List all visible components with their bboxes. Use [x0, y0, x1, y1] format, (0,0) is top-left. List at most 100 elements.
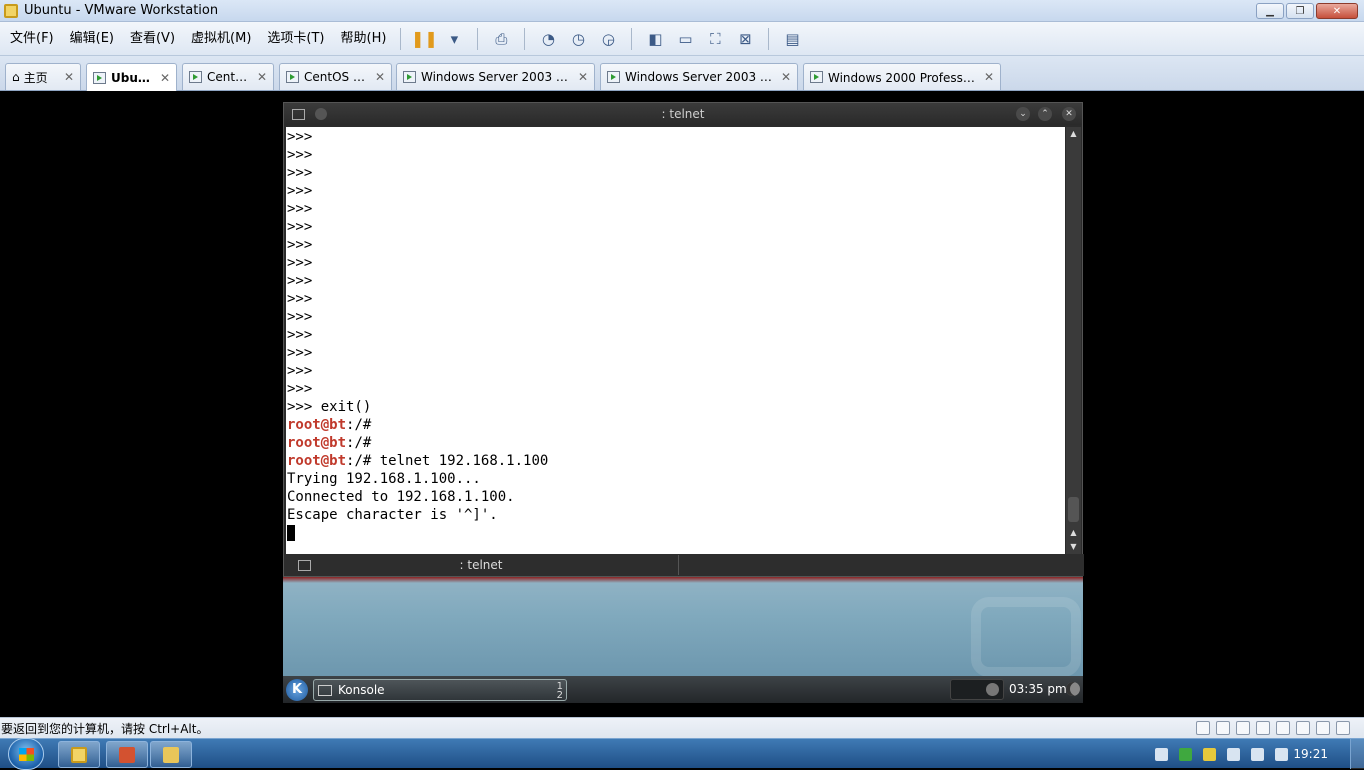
- toolbar-separator: [768, 27, 770, 50]
- terminal-line: >>>: [287, 219, 313, 235]
- kde-system-tray: [950, 679, 1004, 700]
- taskbar-vmware-button[interactable]: [58, 741, 100, 768]
- tab-view-icon[interactable]: ▤: [780, 27, 804, 51]
- toolbar-separator: [477, 27, 479, 50]
- sound-icon[interactable]: [1276, 721, 1290, 735]
- maximize-icon[interactable]: ⌃: [1038, 107, 1052, 121]
- tab-windows-server-2003-b[interactable]: Windows Server 2003 Enterprise… ✕: [600, 63, 798, 90]
- close-tab-icon[interactable]: ✕: [781, 70, 791, 84]
- minimize-button[interactable]: ▁: [1256, 3, 1284, 19]
- taskbar-powerpoint-button[interactable]: [106, 741, 148, 768]
- message-icon[interactable]: [1336, 721, 1350, 735]
- close-tab-icon[interactable]: ✕: [257, 70, 267, 84]
- terminal-line: >>>: [287, 147, 313, 163]
- menu-file[interactable]: 文件(F): [4, 22, 60, 56]
- konsole-title-bar[interactable]: : telnet ⌄ ⌃ ✕: [284, 103, 1082, 125]
- console-view-icon[interactable]: ▭: [673, 27, 697, 51]
- notification-icon[interactable]: [986, 683, 999, 696]
- tab-windows-2000[interactable]: Windows 2000 Professional（… ✕: [803, 63, 1001, 90]
- terminal-line: >>>: [287, 291, 313, 307]
- backtrack-wallpaper-logo: [971, 597, 1081, 677]
- terminal-cursor: [287, 525, 295, 541]
- tab-home[interactable]: ⌂ 主页 ✕: [5, 63, 81, 90]
- unity-icon[interactable]: ⊠: [733, 27, 757, 51]
- menu-vm[interactable]: 虚拟机(M): [185, 22, 257, 56]
- close-tab-icon[interactable]: ✕: [578, 70, 588, 84]
- close-tab-icon[interactable]: ✕: [64, 70, 74, 84]
- hard-disk-icon[interactable]: [1196, 721, 1210, 735]
- konsole-tab[interactable]: : telnet: [284, 555, 679, 575]
- network-icon[interactable]: [1236, 721, 1250, 735]
- scroll-up-icon[interactable]: ▲: [1066, 526, 1081, 540]
- restore-button[interactable]: ❐: [1286, 3, 1314, 19]
- show-desktop-button[interactable]: [1350, 739, 1364, 769]
- terminal-line: >>>: [287, 237, 313, 253]
- toolbar-separator: [631, 27, 633, 50]
- terminal-line: >>>: [287, 201, 313, 217]
- task-count: 12: [557, 682, 563, 701]
- device-icon[interactable]: [1227, 747, 1240, 761]
- display-icon[interactable]: [1316, 721, 1330, 735]
- terminal-output-line: Connected to 192.168.1.100.: [287, 489, 515, 505]
- prompt-path: :/#: [346, 453, 372, 469]
- snapshot-revert-icon[interactable]: ◷: [566, 27, 590, 51]
- close-icon[interactable]: ✕: [1062, 107, 1076, 121]
- send-ctrl-alt-del-icon[interactable]: ⎙: [489, 27, 513, 51]
- powerpoint-icon: [119, 746, 135, 763]
- taskbar-explorer-button[interactable]: [150, 741, 192, 768]
- windows-logo-icon: [19, 748, 34, 761]
- menu-view[interactable]: 查看(V): [124, 22, 181, 56]
- snapshot-manager-icon[interactable]: ◶: [596, 27, 620, 51]
- tab-centos[interactable]: CentOS ✕: [182, 63, 274, 90]
- terminal-output[interactable]: >>> >>> >>> >>> >>> >>> >>> >>> >>> >>> >>> >>> >>> >…: [286, 127, 1065, 554]
- tab-windows-server-2003-a[interactable]: Windows Server 2003 Enterprise… ✕: [396, 63, 595, 90]
- tray-app-icon[interactable]: [1155, 747, 1168, 761]
- terminal-line: >>>: [287, 129, 313, 145]
- printer-icon[interactable]: [1296, 721, 1310, 735]
- fullscreen-icon[interactable]: ⛶: [703, 27, 727, 51]
- scroll-up-icon[interactable]: ▲: [1066, 127, 1081, 141]
- konsole-task-button[interactable]: Konsole 12: [313, 679, 567, 701]
- security-shield-icon[interactable]: [1179, 747, 1192, 761]
- scroll-down-icon[interactable]: ▼: [1066, 540, 1081, 554]
- close-tab-icon[interactable]: ✕: [375, 70, 385, 84]
- start-button[interactable]: [8, 738, 44, 770]
- windows-taskbar: 19:21: [0, 738, 1364, 770]
- kde-menu-icon[interactable]: K: [286, 678, 308, 701]
- close-tab-icon[interactable]: ✕: [160, 71, 170, 85]
- volume-icon[interactable]: [1275, 747, 1288, 761]
- close-button[interactable]: ✕: [1316, 3, 1358, 19]
- close-tab-icon[interactable]: ✕: [984, 70, 994, 84]
- task-label: Konsole: [338, 683, 385, 697]
- prompt-path: :/#: [346, 417, 372, 433]
- scrollbar-thumb[interactable]: [1068, 497, 1079, 522]
- sidebar-toggle-icon[interactable]: ◧: [643, 27, 667, 51]
- title-bar: Ubuntu - VMware Workstation ▁ ❐ ✕: [0, 0, 1364, 22]
- prompt-command: telnet 192.168.1.100: [371, 453, 549, 469]
- power-icon[interactable]: [1066, 682, 1080, 696]
- terminal-prompt-line: root@bt:/# telnet 192.168.1.100: [287, 452, 1065, 470]
- kde-desktop[interactable]: [283, 577, 1083, 677]
- cd-rom-icon[interactable]: [1216, 721, 1230, 735]
- tab-ubuntu[interactable]: Ubuntu ✕: [86, 63, 177, 91]
- menu-edit[interactable]: 编辑(E): [64, 22, 120, 56]
- tab-centos-2[interactable]: CentOS (2) ✕: [279, 63, 392, 90]
- prompt-user: root@bt: [287, 435, 347, 451]
- minimize-icon[interactable]: ⌄: [1016, 107, 1030, 121]
- kde-clock[interactable]: 03:35 pm: [1009, 676, 1067, 703]
- usb-icon[interactable]: [1256, 721, 1270, 735]
- tray-app-icon[interactable]: [1203, 747, 1216, 761]
- terminal-scrollbar[interactable]: ▲ ▲ ▼: [1066, 127, 1081, 554]
- terminal-line: >>>: [287, 183, 313, 199]
- dropdown-arrow-icon[interactable]: ▾: [442, 27, 466, 51]
- menu-help[interactable]: 帮助(H): [335, 22, 393, 56]
- network-icon[interactable]: [1251, 747, 1264, 761]
- terminal-line: >>>: [287, 273, 313, 289]
- terminal-icon: [318, 684, 332, 696]
- tab-label: CentOS: [207, 70, 251, 84]
- taskbar-clock[interactable]: 19:21: [1293, 747, 1328, 761]
- vm-running-icon: [607, 71, 620, 83]
- pause-icon[interactable]: ❚❚: [411, 27, 438, 51]
- snapshot-take-icon[interactable]: ◔: [536, 27, 560, 51]
- menu-tabs[interactable]: 选项卡(T): [261, 22, 330, 56]
